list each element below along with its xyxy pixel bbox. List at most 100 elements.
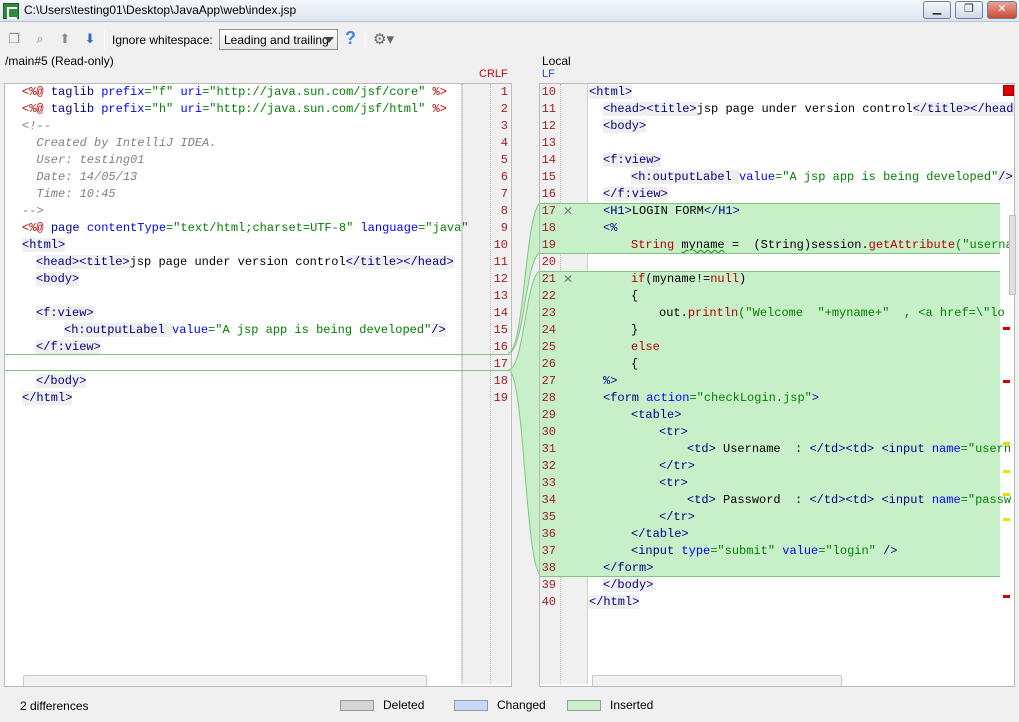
code-line: <tr>	[659, 425, 688, 439]
left-editor-panel[interactable]: <%@ taglib prefix="f" uri="http://java.s…	[4, 83, 512, 687]
code-line: </body>	[36, 374, 87, 388]
diff-app-icon	[3, 3, 19, 19]
code-line: </html>	[22, 391, 73, 405]
line-number: 28	[541, 391, 556, 405]
line-number: 16	[541, 187, 556, 201]
line-number: 3	[500, 119, 508, 133]
next-diff-icon[interactable]: ⬇	[82, 31, 98, 47]
copy-icon[interactable]: ❐	[6, 31, 22, 47]
code-line: Date: 14/05/13	[22, 170, 138, 184]
code-line: <body>	[603, 119, 647, 133]
code-line: </f:view>	[603, 187, 668, 201]
line-number: 29	[541, 408, 556, 422]
line-number: 12	[541, 119, 556, 133]
code-line: <td> Password : </td><td> <input name="p…	[687, 493, 1012, 507]
code-line: <H1>LOGIN FORM</H1>	[603, 204, 740, 218]
vertical-scrollbar-thumb[interactable]	[1009, 215, 1016, 295]
line-number: 24	[541, 323, 556, 337]
code-line: <input type="submit" value="login" />	[631, 544, 898, 558]
line-number: 15	[493, 323, 508, 337]
previous-diff-icon[interactable]: ⬆	[57, 31, 73, 47]
code-line: <body>	[36, 272, 80, 286]
line-number: 18	[493, 374, 508, 388]
code-line: <%	[603, 221, 618, 235]
line-number: 26	[541, 357, 556, 371]
line-number: 2	[500, 102, 508, 116]
line-number: 14	[541, 153, 556, 167]
error-status-icon[interactable]	[1003, 85, 1014, 96]
line-number: 6	[500, 170, 508, 184]
settings-icon[interactable]: ⚙▾	[373, 30, 394, 48]
line-number: 27	[541, 374, 556, 388]
close-button[interactable]: ✕	[987, 1, 1017, 19]
legend-changed-swatch	[454, 700, 488, 711]
chevron-down-icon	[324, 37, 334, 43]
line-number: 13	[541, 136, 556, 150]
right-line-separator: LF	[542, 68, 555, 80]
line-number: 4	[500, 136, 508, 150]
help-icon[interactable]: ?	[345, 28, 356, 49]
code-line: %>	[603, 374, 618, 388]
ignore-whitespace-select[interactable]: Leading and trailing	[219, 29, 338, 50]
line-number: 17	[541, 204, 556, 218]
error-marker[interactable]	[1003, 327, 1010, 330]
code-line: Created by IntelliJ IDEA.	[22, 136, 217, 150]
code-line: <table>	[631, 408, 682, 422]
toolbar-separator	[365, 31, 366, 49]
line-number: 14	[493, 306, 508, 320]
minimize-button[interactable]: ▁	[923, 1, 951, 19]
line-number: 22	[541, 289, 556, 303]
revert-icon[interactable]: ✕	[563, 271, 573, 288]
legend-deleted-swatch	[340, 700, 374, 711]
code-line: <td> Username : </td><td> <input name="u…	[687, 442, 1012, 456]
diff-connector	[508, 201, 542, 577]
right-editor-panel[interactable]: ✕ ✕ 10 11 12 13 14 15 16 17 18 19 20 21 …	[539, 83, 1015, 687]
code-line: <f:view>	[36, 306, 94, 320]
warning-marker[interactable]	[1003, 470, 1010, 473]
code-line: else	[631, 340, 660, 354]
legend-inserted-swatch	[567, 700, 601, 711]
left-horizontal-scrollbar[interactable]	[23, 675, 427, 686]
revert-icon[interactable]: ✕	[563, 203, 573, 220]
error-marker[interactable]	[1003, 380, 1010, 383]
right-horizontal-scrollbar[interactable]	[592, 675, 842, 686]
code-line: </html>	[589, 595, 640, 609]
legend-changed-label: Changed	[497, 698, 546, 712]
code-line: <!--	[22, 119, 51, 133]
code-line: <head><title>jsp page under version cont…	[603, 102, 1014, 116]
code-line: </tr>	[659, 510, 696, 524]
line-number: 37	[541, 544, 556, 558]
line-number: 23	[541, 306, 556, 320]
differences-count: 2 differences	[20, 699, 89, 713]
code-line: }	[631, 323, 639, 337]
line-number: 1	[500, 85, 508, 99]
find-icon[interactable]: ⌕	[32, 31, 48, 47]
warning-marker[interactable]	[1003, 442, 1010, 445]
line-number: 36	[541, 527, 556, 541]
code-line: {	[631, 357, 639, 371]
line-number: 10	[541, 85, 556, 99]
code-line: <html>	[22, 238, 66, 252]
line-number: 18	[541, 221, 556, 235]
line-number: 12	[493, 272, 508, 286]
line-number: 13	[493, 289, 508, 303]
line-number: 21	[541, 272, 556, 286]
line-number: 25	[541, 340, 556, 354]
line-number: 32	[541, 459, 556, 473]
warning-marker[interactable]	[1003, 518, 1010, 521]
code-line: String myname = (String)session.getAttri…	[631, 238, 1013, 252]
line-number: 35	[541, 510, 556, 524]
warning-marker[interactable]	[1003, 493, 1010, 496]
code-line: Time: 10:45	[22, 187, 116, 201]
maximize-button[interactable]: ❐	[955, 1, 983, 19]
line-number: 30	[541, 425, 556, 439]
line-number: 8	[500, 204, 508, 218]
code-line: <%@ taglib prefix="h" uri="http://java.s…	[22, 102, 447, 116]
right-panel-title: Local	[542, 54, 571, 68]
toolbar-separator	[104, 31, 105, 49]
error-marker[interactable]	[1003, 595, 1010, 598]
toolbar: ❐ ⌕ ⬆ ⬇ Ignore whitespace: Leading and t…	[0, 26, 1019, 54]
code-line: </tr>	[659, 459, 696, 473]
code-line: </body>	[603, 578, 654, 592]
line-number: 39	[541, 578, 556, 592]
